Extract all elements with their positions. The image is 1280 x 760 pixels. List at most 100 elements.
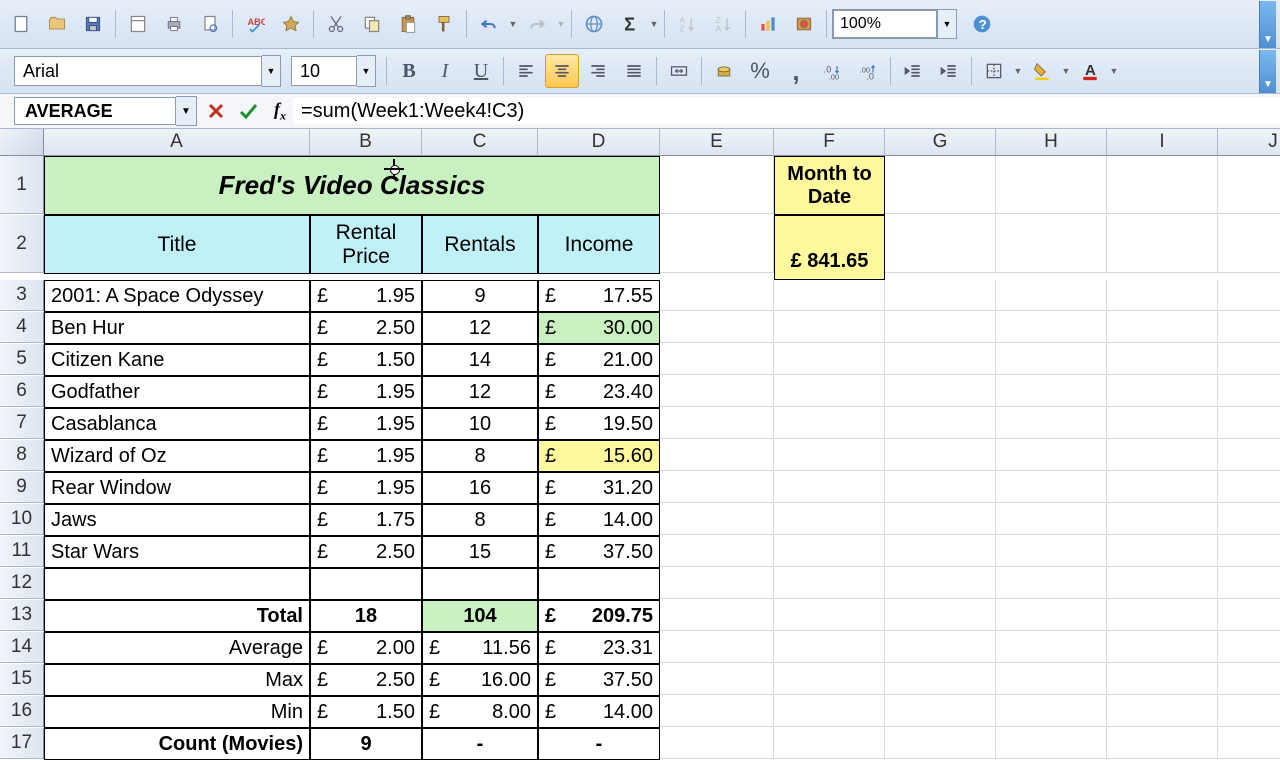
select-all-corner[interactable] (0, 129, 44, 156)
cell[interactable] (885, 568, 996, 599)
summary-c[interactable]: £8.00 (422, 696, 538, 728)
cell-income[interactable]: £30.00 (538, 312, 660, 344)
cell-rentals[interactable]: 14 (422, 344, 538, 376)
size-dropdown-icon[interactable]: ▼ (357, 55, 376, 87)
spellcheck-icon[interactable]: ABC (238, 7, 272, 41)
cell[interactable] (660, 632, 774, 663)
cell-title[interactable]: 2001: A Space Odyssey (44, 280, 310, 312)
column-header[interactable]: F (774, 129, 885, 156)
format-paint-icon[interactable] (427, 7, 461, 41)
cell-price[interactable]: £2.50 (310, 536, 422, 568)
cell[interactable] (996, 344, 1107, 375)
undo-dropdown[interactable]: ▼ (508, 19, 518, 29)
cell-income[interactable]: £15.60 (538, 440, 660, 472)
summary-b[interactable]: 18 (310, 600, 422, 632)
cell[interactable] (996, 156, 1107, 214)
cell[interactable] (660, 664, 774, 695)
zoom-control[interactable]: 100% ▼ (832, 9, 957, 39)
cell[interactable] (1218, 376, 1280, 407)
cell[interactable] (1218, 632, 1280, 663)
add-decimal-icon[interactable]: .0.00 (815, 54, 849, 88)
sum-dropdown[interactable]: ▼ (649, 19, 659, 29)
hyperlink-icon[interactable] (577, 7, 611, 41)
cell-title[interactable]: Ben Hur (44, 312, 310, 344)
cell[interactable] (1107, 215, 1218, 273)
thousands-icon[interactable]: , (779, 54, 813, 88)
cut-icon[interactable] (319, 7, 353, 41)
cell-title[interactable]: Casablanca (44, 408, 310, 440)
cell[interactable] (660, 376, 774, 407)
decrease-indent-icon[interactable] (896, 54, 930, 88)
redo-dropdown[interactable]: ▼ (556, 19, 566, 29)
cell-price[interactable]: £1.95 (310, 376, 422, 408)
merge-cells-icon[interactable] (662, 54, 696, 88)
row-header[interactable]: 8 (0, 440, 44, 471)
cell[interactable] (996, 696, 1107, 727)
name-box-dropdown[interactable]: ▼ (176, 96, 197, 126)
function-wizard-icon[interactable]: fx (267, 98, 293, 124)
cell[interactable] (996, 408, 1107, 439)
cell[interactable] (885, 408, 996, 439)
cell[interactable] (1107, 504, 1218, 535)
sort-desc-icon[interactable]: ZA (706, 7, 740, 41)
cell[interactable] (422, 568, 538, 600)
column-header[interactable]: J (1218, 129, 1280, 156)
cell-rentals[interactable]: 10 (422, 408, 538, 440)
fill-color-icon[interactable] (1025, 54, 1059, 88)
cell[interactable] (660, 215, 774, 273)
cell[interactable] (774, 472, 885, 503)
cell-rentals[interactable]: 8 (422, 440, 538, 472)
cell[interactable] (44, 568, 310, 600)
cell[interactable] (1218, 408, 1280, 439)
cell[interactable] (774, 664, 885, 695)
row-header[interactable]: 4 (0, 312, 44, 343)
cell[interactable] (1218, 215, 1280, 273)
align-justify-icon[interactable] (617, 54, 651, 88)
save-icon[interactable] (76, 7, 110, 41)
row-header[interactable]: 9 (0, 472, 44, 503)
cell[interactable] (996, 664, 1107, 695)
cell[interactable] (774, 408, 885, 439)
zoom-dropdown-icon[interactable]: ▼ (937, 10, 956, 38)
cell[interactable] (538, 568, 660, 600)
cell[interactable] (660, 600, 774, 631)
toolbar2-overflow[interactable]: ▼ (1259, 50, 1276, 93)
summary-label[interactable]: Count (Movies) (44, 728, 310, 760)
print-preview-icon[interactable] (193, 7, 227, 41)
borders-dropdown[interactable]: ▼ (1013, 66, 1023, 76)
cell-rentals[interactable]: 12 (422, 312, 538, 344)
row-header[interactable]: 3 (0, 280, 44, 311)
font-dropdown-icon[interactable]: ▼ (262, 55, 281, 87)
cell-price[interactable]: £1.50 (310, 344, 422, 376)
cell[interactable] (774, 280, 885, 311)
cell[interactable] (1107, 536, 1218, 567)
summary-c[interactable]: 104 (422, 600, 538, 632)
cell[interactable] (1218, 536, 1280, 567)
cell[interactable] (1107, 664, 1218, 695)
align-right-icon[interactable] (581, 54, 615, 88)
summary-c[interactable]: - (422, 728, 538, 760)
summary-d[interactable]: £14.00 (538, 696, 660, 728)
percent-icon[interactable]: % (743, 54, 777, 88)
cell[interactable] (774, 376, 885, 407)
summary-c[interactable]: £11.56 (422, 632, 538, 664)
cell-title[interactable]: Citizen Kane (44, 344, 310, 376)
summary-d[interactable]: £23.31 (538, 632, 660, 664)
help-icon[interactable]: ? (965, 7, 999, 41)
cell-rentals[interactable]: 8 (422, 504, 538, 536)
cell[interactable] (885, 472, 996, 503)
cell[interactable] (885, 696, 996, 727)
underline-icon[interactable]: U (464, 54, 498, 88)
cell[interactable] (996, 632, 1107, 663)
cell[interactable] (885, 728, 996, 759)
cell-income[interactable]: £19.50 (538, 408, 660, 440)
cell[interactable] (1218, 472, 1280, 503)
row-header[interactable]: 17 (0, 728, 44, 759)
mail-icon[interactable] (121, 7, 155, 41)
sort-asc-icon[interactable]: AZ (670, 7, 704, 41)
cell[interactable] (996, 568, 1107, 599)
summary-d[interactable]: £209.75 (538, 600, 660, 632)
cell[interactable] (774, 696, 885, 727)
currency-icon[interactable] (707, 54, 741, 88)
row-header[interactable]: 14 (0, 632, 44, 663)
